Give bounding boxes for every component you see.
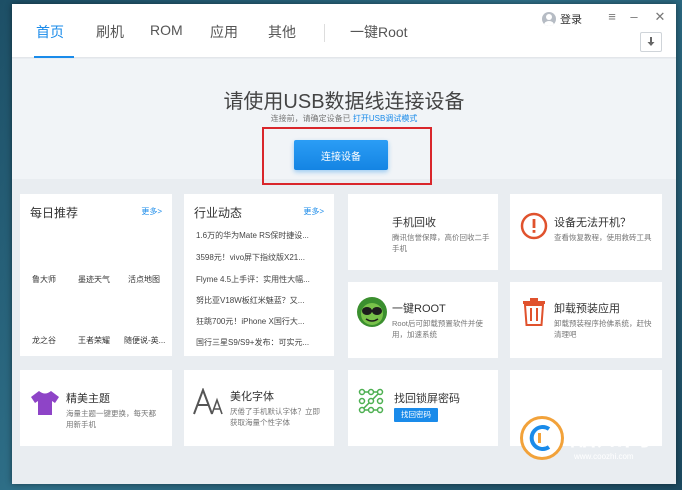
recover-lock-card[interactable]: 找回锁屏密码 找回密码 <box>348 370 498 446</box>
theme-title: 精美主题 <box>66 393 110 405</box>
close-icon[interactable]: ✕ <box>652 9 668 25</box>
theme-desc: 海量主题一键更换，每天都用新手机 <box>66 409 156 429</box>
news-item[interactable]: 狂跳700元！iPhone X国行大... <box>196 316 304 327</box>
industry-title: 行业动态 <box>194 206 243 220</box>
top-nav: 首页 刷机 ROM 应用 其他 一键Root 登录 ≡ – ✕ <box>12 4 676 58</box>
tab-home[interactable]: 首页 <box>36 22 64 42</box>
uninstall-title: 卸载预装应用 <box>554 303 620 315</box>
themes-card[interactable]: 精美主题 海量主题一键更换，每天都用新手机 <box>20 370 172 446</box>
hero-subtitle-text: 连接前，请确定设备已 <box>270 114 351 123</box>
download-icon[interactable] <box>640 32 662 52</box>
root-title: 一键ROOT <box>392 303 446 315</box>
daily-recommend-card: 每日推荐 更多> 鲁大师 墨迹天气 活点地图 龙之谷 王者荣耀 随便说-英... <box>20 194 172 356</box>
tshirt-icon <box>31 391 59 415</box>
avatar-icon <box>542 12 556 26</box>
watermark-logo-icon <box>520 416 564 460</box>
boot-title: 设备无法开机？ <box>554 217 631 229</box>
font-aa-icon <box>193 388 223 415</box>
connect-section: 请使用USB数据线连接设备 连接前，请确定设备已 打开USB调试模式 连接设备 <box>12 59 676 185</box>
active-tab-indicator <box>34 56 74 58</box>
app-ludashi[interactable]: 鲁大师 <box>32 274 56 285</box>
pattern-lock-icon <box>358 388 384 414</box>
watermark-url: www.coozhi.com <box>574 452 634 461</box>
industry-more-link[interactable]: 更多> <box>303 206 324 217</box>
one-click-root-card[interactable]: 一键ROOT Root后可卸载预置软件并使用，加速系统 <box>348 282 498 358</box>
daily-more-link[interactable]: 更多> <box>141 206 162 217</box>
connect-device-button[interactable]: 连接设备 <box>294 140 388 170</box>
news-item[interactable]: 努比亚V18W板红米魅蓝？又... <box>196 295 304 306</box>
tab-other[interactable]: 其他 <box>268 22 296 42</box>
app-suibianshuo[interactable]: 随便说-英... <box>124 335 165 346</box>
tab-one-click-root[interactable]: 一键Root <box>350 22 408 42</box>
login-button[interactable]: 登录 <box>542 11 582 27</box>
login-label: 登录 <box>560 14 582 26</box>
daily-title: 每日推荐 <box>30 206 79 220</box>
recover-password-button[interactable]: 找回密码 <box>394 408 438 422</box>
industry-news-card: 行业动态 更多> 1.6万的华为Mate RS保时捷设... 3598元！viv… <box>184 194 334 356</box>
boot-desc: 查看恢复教程，使用救砖工具 <box>554 233 652 242</box>
cannot-boot-card[interactable]: 设备无法开机？ 查看恢复教程，使用救砖工具 <box>510 194 662 270</box>
hero-subtitle: 连接前，请确定设备已 打开USB调试模式 <box>12 113 676 124</box>
app-dragon-nest[interactable]: 龙之谷 <box>32 335 56 346</box>
root-desc: Root后可卸载预置软件并使用，加速系统 <box>392 319 483 339</box>
tab-apps[interactable]: 应用 <box>210 22 238 42</box>
uninstall-preloaded-card[interactable]: 卸载预装应用 卸载预装程序抢佛系统，赶快清理吧 <box>510 282 662 358</box>
watermark: 酷知网 www.coozhi.com <box>520 410 670 476</box>
app-moji-weather[interactable]: 墨迹天气 <box>78 274 110 285</box>
font-title: 美化字体 <box>230 391 274 403</box>
fonts-card[interactable]: 美化字体 厌倦了手机默认字体？立即获取海量个性字体 <box>184 370 334 446</box>
uninstall-desc: 卸载预装程序抢佛系统，赶快清理吧 <box>554 319 652 339</box>
tab-rom[interactable]: ROM <box>150 22 183 38</box>
warning-icon <box>520 212 548 240</box>
news-item[interactable]: Flyme 4.5上手评：实用性大幅... <box>196 274 310 285</box>
trash-icon <box>523 298 545 326</box>
root-mascot-icon <box>357 297 387 327</box>
usb-debug-link[interactable]: 打开USB调试模式 <box>353 114 417 123</box>
minimize-icon[interactable]: – <box>626 9 642 24</box>
news-item[interactable]: 1.6万的华为Mate RS保时捷设... <box>196 230 309 241</box>
phone-recycle-card[interactable]: 手机回收 腾讯信誉保障，高价回收二手手机 <box>348 194 498 270</box>
tab-flash[interactable]: 刷机 <box>96 22 124 42</box>
recycle-title: 手机回收 <box>392 217 436 229</box>
news-item[interactable]: 3598元！vivo屏下指纹版X21... <box>196 252 305 263</box>
font-desc: 厌倦了手机默认字体？立即获取海量个性字体 <box>230 407 320 427</box>
hero-title: 请使用USB数据线连接设备 <box>223 91 465 113</box>
recycle-desc: 腾讯信誉保障，高价回收二手手机 <box>392 233 490 253</box>
app-honor-of-kings[interactable]: 王者荣耀 <box>78 335 110 346</box>
watermark-brand: 酷知网 <box>570 421 652 451</box>
news-item[interactable]: 国行三星S9/S9+发布：可实元... <box>196 337 309 348</box>
recycle-phone-icon <box>358 214 386 242</box>
unlock-title: 找回锁屏密码 <box>394 393 460 405</box>
app-huodian-map[interactable]: 活点地图 <box>128 274 160 285</box>
hamburger-icon[interactable]: ≡ <box>604 9 620 24</box>
nav-separator <box>324 24 325 42</box>
